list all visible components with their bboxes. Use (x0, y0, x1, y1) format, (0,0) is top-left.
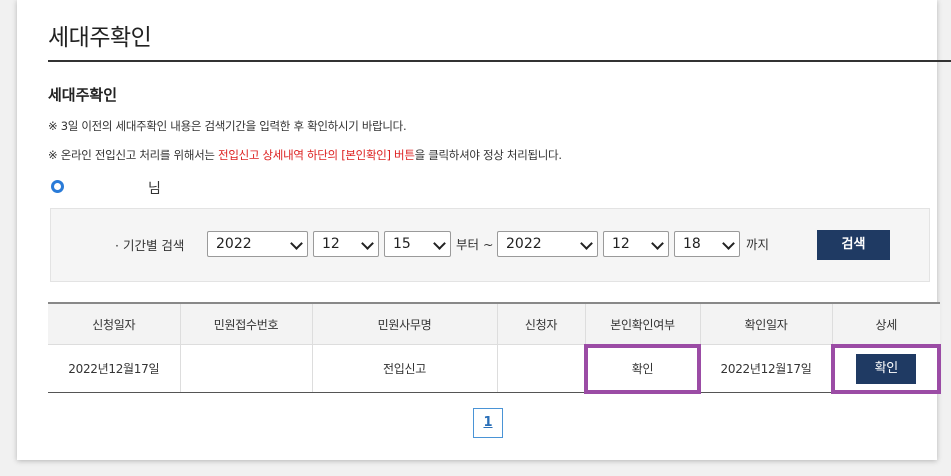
from-month-select[interactable]: 12 (313, 231, 379, 257)
pagination-page-1[interactable]: 1 (473, 408, 503, 438)
header-apply-date: 신청일자 (48, 302, 180, 345)
search-box: · 기간별 검색 2022 12 15 부터 ~ 2022 12 18 까지 검… (50, 208, 930, 282)
notice-line-2-highlight: 전입신고 상세내역 하단의 [본인확인] 버튼 (218, 148, 415, 162)
to-text: 까지 (746, 237, 770, 252)
chevron-down-icon (433, 237, 446, 250)
cell-receipt-number (179, 344, 312, 393)
from-month-value: 12 (322, 236, 340, 252)
content-panel: 세대주확인 세대주확인 ※ 3일 이전의 세대주확인 내용은 검색기간을 입력한… (17, 0, 951, 460)
detail-confirm-button[interactable]: 확인 (856, 353, 917, 384)
cell-confirm-date: 2022년12월17일 (699, 344, 832, 393)
from-day-select[interactable]: 15 (384, 231, 451, 257)
cell-detail: 확인 (831, 343, 941, 394)
cell-applicant (496, 344, 585, 393)
result-table: 신청일자 민원접수번호 민원사무명 신청자 본인확인여부 확인일자 상세 202… (48, 302, 941, 394)
cell-apply-date: 2022년12월17일 (48, 344, 180, 393)
notice-line-1: ※ 3일 이전의 세대주확인 내용은 검색기간을 입력한 후 확인하시기 바랍니… (48, 119, 407, 133)
to-day-value: 18 (683, 236, 701, 252)
from-text: 부터 ~ (456, 237, 494, 252)
chevron-down-icon (290, 237, 303, 250)
from-day-value: 15 (393, 236, 411, 252)
notice-line-2-suffix: 을 클릭하셔야 정상 처리됩니다. (414, 148, 562, 162)
from-year-select[interactable]: 2022 (207, 231, 308, 257)
search-button[interactable]: 검색 (817, 230, 890, 260)
chevron-down-icon (361, 237, 374, 250)
title-divider (48, 60, 951, 62)
chevron-down-icon (651, 237, 664, 250)
radio-bullet-icon (51, 180, 64, 193)
user-name-suffix: 님 (148, 181, 161, 197)
search-period-label: · 기간별 검색 (115, 238, 185, 253)
header-detail: 상세 (831, 302, 940, 345)
chevron-down-icon (580, 237, 593, 250)
section-title: 세대주확인 (48, 86, 118, 104)
header-service-name: 민원사무명 (311, 302, 497, 345)
chevron-down-icon (722, 237, 735, 250)
header-receipt-number: 민원접수번호 (179, 302, 312, 345)
cell-identity-status: 확인 (584, 343, 701, 394)
page-title: 세대주확인 (48, 25, 152, 51)
table-row: 2022년12월17일 전입신고 확인 2022년12월17일 확인 (48, 343, 941, 394)
header-applicant: 신청자 (496, 302, 585, 345)
header-identity-status: 본인확인여부 (584, 302, 700, 345)
cell-service-name: 전입신고 (311, 344, 497, 393)
header-confirm-date: 확인일자 (699, 302, 832, 345)
to-day-select[interactable]: 18 (674, 231, 740, 257)
to-month-select[interactable]: 12 (603, 231, 669, 257)
to-year-select[interactable]: 2022 (497, 231, 598, 257)
notice-line-2-prefix: ※ 온라인 전입신고 처리를 위해서는 (48, 148, 219, 162)
table-header-row: 신청일자 민원접수번호 민원사무명 신청자 본인확인여부 확인일자 상세 (48, 302, 940, 345)
notice-line-2: ※ 온라인 전입신고 처리를 위해서는 전입신고 상세내역 하단의 [본인확인]… (48, 147, 562, 163)
from-year-value: 2022 (216, 236, 252, 252)
to-year-value: 2022 (506, 236, 542, 252)
to-month-value: 12 (612, 236, 630, 252)
